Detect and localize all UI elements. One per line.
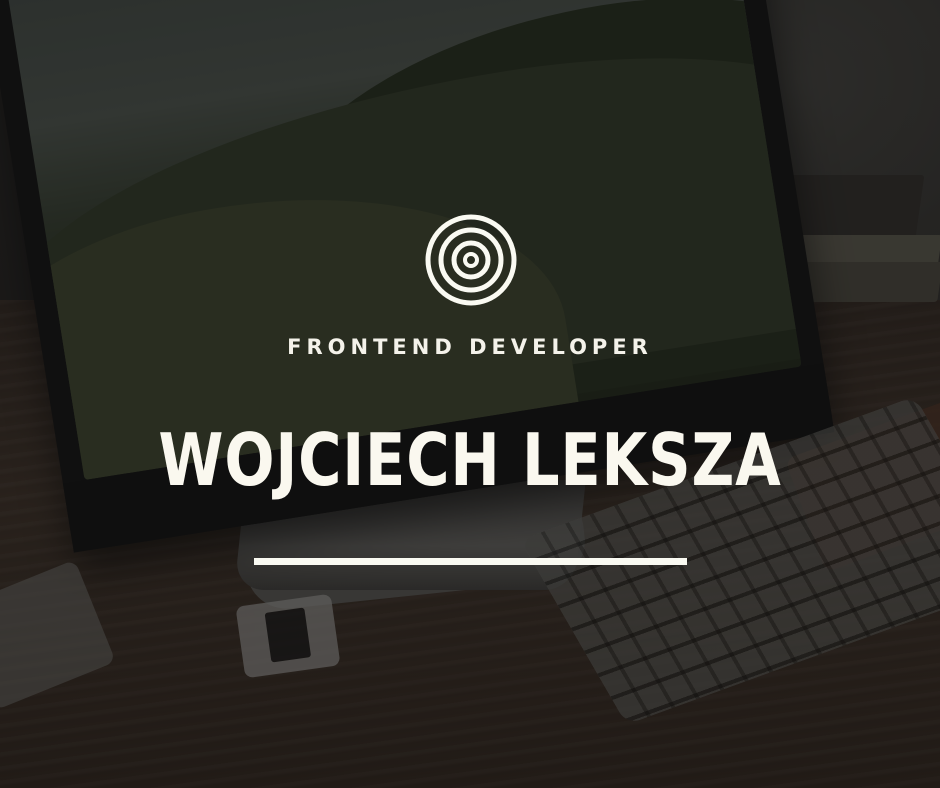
- divider-line: [254, 558, 687, 565]
- dark-overlay: [0, 0, 940, 788]
- banner: FRONTEND DEVELOPER WOJCIECH LEKSZA: [0, 0, 940, 788]
- person-name: WOJCIECH LEKSZA: [158, 418, 782, 502]
- concentric-target-icon: [425, 214, 517, 306]
- job-title: FRONTEND DEVELOPER: [287, 335, 653, 359]
